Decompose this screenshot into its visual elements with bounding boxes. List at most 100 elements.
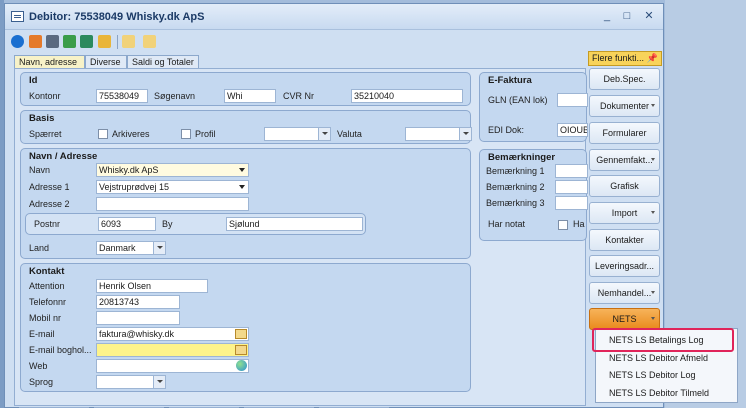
bemaerkning3-field[interactable] bbox=[555, 196, 588, 210]
by-field[interactable]: Sjølund bbox=[226, 217, 363, 231]
export-icon[interactable] bbox=[63, 35, 76, 48]
kontonr-label: Kontonr bbox=[29, 91, 61, 101]
navn-dropdown-arrow-icon[interactable] bbox=[239, 168, 245, 172]
land-dropdown-arrow-icon[interactable] bbox=[153, 242, 165, 254]
envelope-icon[interactable] bbox=[235, 345, 247, 355]
har-notat-partial-label: Ha bbox=[573, 219, 585, 229]
edi-label: EDI Dok: bbox=[488, 125, 525, 135]
import-label: Import bbox=[611, 208, 638, 218]
nets-label: NETS bbox=[612, 314, 637, 324]
cvr-label: CVR Nr bbox=[283, 91, 314, 101]
sprog-dropdown[interactable] bbox=[96, 375, 166, 389]
excel-icon[interactable] bbox=[80, 35, 93, 48]
menu-item-nets-debitor-tilmeld[interactable]: NETS LS Debitor Tilmeld bbox=[602, 385, 732, 401]
cvr-field[interactable]: 35210040 bbox=[351, 89, 463, 103]
grafisk-button[interactable]: Grafisk bbox=[589, 175, 660, 197]
nets-button[interactable]: NETS bbox=[589, 308, 660, 330]
valuta-dropdown-arrow-icon[interactable] bbox=[459, 128, 471, 140]
calculator-icon[interactable] bbox=[29, 35, 42, 48]
mobil-label: Mobil nr bbox=[29, 313, 62, 323]
bemaerkninger-group-title: Bemærkninger bbox=[488, 152, 556, 163]
dokumenter-button[interactable]: Dokumenter bbox=[589, 95, 660, 117]
toolbar-separator bbox=[117, 35, 118, 49]
more-functions-title: Flere funkti... bbox=[592, 53, 645, 63]
pin-icon[interactable]: 📌 bbox=[647, 52, 658, 65]
kontakt-group: Kontakt Attention Henrik Olsen Telefonnr… bbox=[20, 263, 471, 392]
menu-item-nets-debitor-afmeld[interactable]: NETS LS Debitor Afmeld bbox=[602, 350, 732, 366]
sprog-dropdown-arrow-icon[interactable] bbox=[153, 376, 165, 388]
email-bogholderi-field[interactable] bbox=[96, 343, 249, 357]
tab-diverse[interactable]: Diverse bbox=[85, 55, 127, 69]
title-bar: Debitor: 75538049 Whisky.dk ApS _ □ ✕ bbox=[5, 4, 663, 30]
tab-content: Id Kontonr 75538049 Søgenavn Whi CVR Nr … bbox=[14, 68, 588, 406]
profil-dropdown[interactable] bbox=[264, 127, 331, 141]
bemaerkning1-field[interactable] bbox=[555, 164, 588, 178]
highlight-box bbox=[592, 328, 734, 352]
window-title: Debitor: 75538049 Whisky.dk ApS bbox=[29, 11, 205, 23]
id-group-title: Id bbox=[29, 75, 38, 86]
edi-field[interactable]: OIOUB bbox=[557, 123, 588, 137]
formularer-button[interactable]: Formularer bbox=[589, 122, 660, 144]
web-field[interactable] bbox=[96, 359, 249, 373]
mobil-field[interactable] bbox=[96, 311, 180, 325]
chevron-down-icon bbox=[651, 317, 655, 320]
land-dropdown[interactable]: Danmark bbox=[96, 241, 166, 255]
valuta-dropdown[interactable] bbox=[405, 127, 472, 141]
adresse2-field[interactable] bbox=[96, 197, 249, 211]
chevron-down-icon bbox=[651, 104, 655, 107]
navn-label: Navn bbox=[29, 165, 51, 175]
efaktura-group-title: E-Faktura bbox=[488, 75, 532, 86]
maximize-button[interactable]: □ bbox=[619, 9, 635, 23]
telefon-field[interactable]: 20813743 bbox=[96, 295, 180, 309]
email-label: E-mail bbox=[29, 329, 55, 339]
id-group: Id Kontonr 75538049 Søgenavn Whi CVR Nr … bbox=[20, 72, 471, 106]
lock-icon[interactable] bbox=[98, 35, 111, 48]
navn-field[interactable]: Whisky.dk ApS bbox=[96, 163, 249, 177]
adresse-group-title: Navn / Adresse bbox=[29, 151, 98, 162]
profil-dropdown-arrow-icon[interactable] bbox=[318, 128, 330, 140]
kontakt-group-title: Kontakt bbox=[29, 266, 65, 277]
import-button[interactable]: Import bbox=[589, 202, 660, 224]
toolbar bbox=[9, 33, 209, 51]
help-icon[interactable] bbox=[11, 35, 24, 48]
sprog-label: Sprog bbox=[29, 377, 54, 387]
attach-icon[interactable] bbox=[122, 35, 135, 48]
postnr-label: Postnr bbox=[34, 219, 61, 229]
navn-value: Whisky.dk ApS bbox=[99, 165, 159, 175]
edit-icon[interactable] bbox=[143, 35, 156, 48]
kontonr-field[interactable]: 75538049 bbox=[96, 89, 148, 103]
basis-group: Basis Spærret Arkiveres Profil Valuta bbox=[20, 110, 472, 144]
gennemfakt-button[interactable]: Gennemfakt... bbox=[589, 149, 660, 171]
land-value: Danmark bbox=[99, 243, 136, 253]
bemaerkning2-field[interactable] bbox=[555, 180, 588, 194]
arkiveres-label: Arkiveres bbox=[112, 129, 150, 139]
nemhandel-button[interactable]: Nemhandel... bbox=[589, 282, 660, 304]
gln-field[interactable] bbox=[557, 93, 588, 107]
attention-field[interactable]: Henrik Olsen bbox=[96, 279, 208, 293]
deb-spec-button[interactable]: Deb.Spec. bbox=[589, 68, 660, 90]
gennemfakt-label: Gennemfakt... bbox=[596, 155, 653, 165]
envelope-icon[interactable] bbox=[235, 329, 247, 339]
postnr-field[interactable]: 6093 bbox=[98, 217, 156, 231]
profil-checkbox[interactable] bbox=[181, 129, 191, 139]
adresse1-dropdown-arrow-icon[interactable] bbox=[239, 185, 245, 189]
email-field[interactable]: faktura@whisky.dk bbox=[96, 327, 249, 341]
telefon-label: Telefonnr bbox=[29, 297, 67, 307]
soegenavn-field[interactable]: Whi bbox=[224, 89, 276, 103]
har-notat-checkbox[interactable] bbox=[558, 220, 568, 230]
tab-saldi-totaler[interactable]: Saldi og Totaler bbox=[127, 55, 199, 69]
menu-item-nets-debitor-log[interactable]: NETS LS Debitor Log bbox=[602, 367, 732, 383]
close-button[interactable]: ✕ bbox=[641, 9, 657, 23]
kontakter-button[interactable]: Kontakter bbox=[589, 229, 660, 251]
soegenavn-label: Søgenavn bbox=[154, 91, 196, 101]
attention-label: Attention bbox=[29, 281, 65, 291]
chevron-down-icon bbox=[651, 211, 655, 214]
arkiveres-checkbox[interactable] bbox=[98, 129, 108, 139]
minimize-button[interactable]: _ bbox=[599, 9, 615, 23]
chevron-down-icon bbox=[651, 291, 655, 294]
adresse1-field[interactable]: Vejstruprødvej 15 bbox=[96, 180, 249, 194]
leveringsadr-button[interactable]: Leveringsadr... bbox=[589, 255, 660, 277]
print-icon[interactable] bbox=[46, 35, 59, 48]
email-bogholderi-label: E-mail boghol... bbox=[29, 345, 92, 355]
globe-icon[interactable] bbox=[236, 360, 247, 371]
